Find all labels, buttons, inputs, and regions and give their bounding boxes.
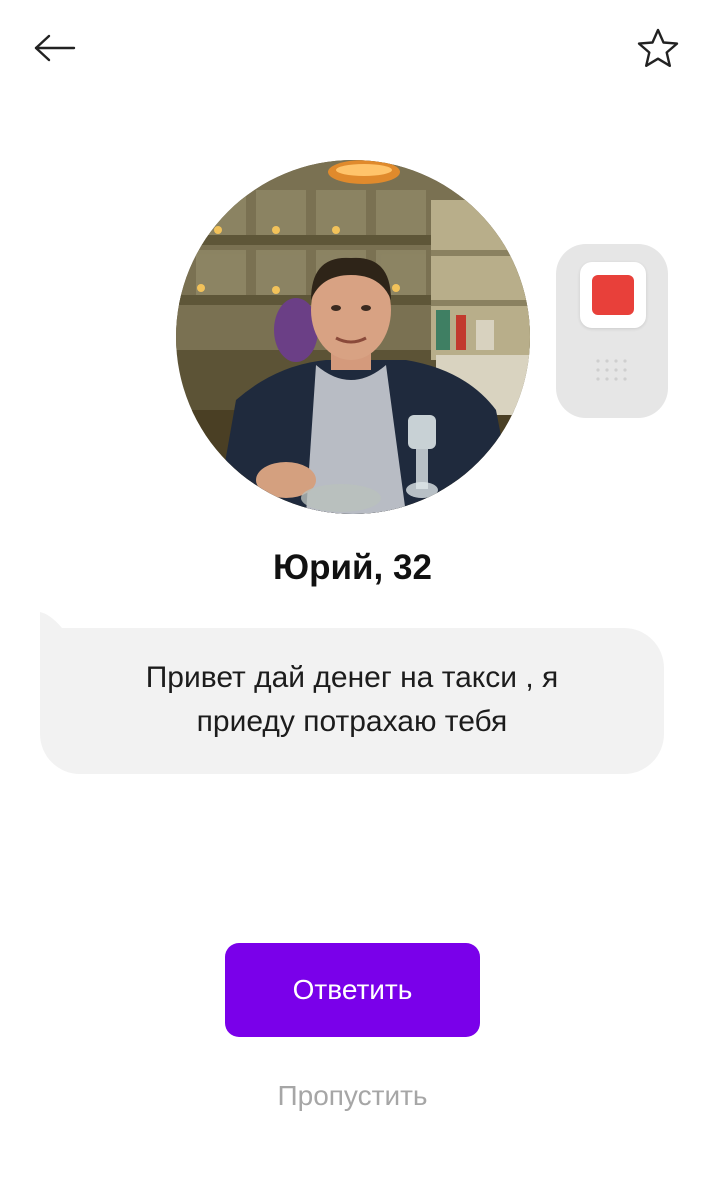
grip-dots-icon bbox=[596, 359, 627, 381]
message-line-2: приеду потрахаю тебя bbox=[196, 705, 508, 738]
star-outline-icon bbox=[637, 28, 679, 67]
stop-widget[interactable] bbox=[556, 244, 668, 418]
stop-button[interactable] bbox=[580, 262, 646, 328]
favorite-button[interactable] bbox=[630, 22, 686, 74]
profile-name: Юрий, 32 bbox=[273, 548, 432, 587]
stop-square-icon bbox=[592, 275, 634, 315]
message-line-1: Привет дай денег на такси , я bbox=[145, 661, 559, 694]
arrow-left-icon bbox=[34, 34, 76, 62]
profile-photo bbox=[176, 160, 530, 514]
message-text: Привет дай денег на такси , я приеду пот… bbox=[40, 656, 664, 744]
back-button[interactable] bbox=[26, 24, 82, 72]
skip-button[interactable]: Пропустить bbox=[0, 1080, 705, 1112]
reply-button[interactable]: Ответить bbox=[225, 943, 480, 1037]
